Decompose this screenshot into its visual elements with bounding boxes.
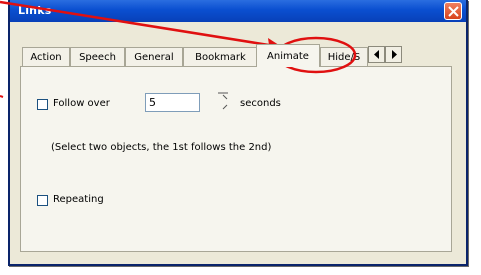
tab-bookmark[interactable]: Bookmark <box>183 47 258 66</box>
annotation-stub <box>0 95 4 98</box>
tab-general[interactable]: General <box>125 47 183 66</box>
follow-over-label: Follow over <box>53 98 110 109</box>
seconds-label: seconds <box>240 98 281 109</box>
tab-animate[interactable]: Animate <box>256 44 320 67</box>
tab-action[interactable]: Action <box>22 47 70 66</box>
scroll-left-icon <box>374 50 379 59</box>
tab-speech[interactable]: Speech <box>70 47 125 66</box>
close-button[interactable] <box>444 2 462 20</box>
tab-strip: Action Speech General Bookmark Animate H… <box>20 44 452 67</box>
close-icon <box>448 6 459 17</box>
animate-panel: Follow over 5 seconds (Select two object… <box>20 66 452 252</box>
seconds-spinner[interactable] <box>216 91 230 113</box>
tab-scroll-left-button[interactable] <box>368 46 385 63</box>
repeating-checkbox[interactable] <box>37 195 48 206</box>
follow-over-seconds-input[interactable]: 5 <box>145 93 200 112</box>
repeating-label: Repeating <box>53 194 104 205</box>
follow-over-checkbox[interactable] <box>37 99 48 110</box>
window-title: Links <box>18 4 52 17</box>
instruction-text: (Select two objects, the 1st follows the… <box>51 142 272 153</box>
tab-scroll-right-button[interactable] <box>385 46 402 63</box>
scroll-right-icon <box>392 50 397 59</box>
title-bar: Links <box>10 0 466 22</box>
tab-hide-show[interactable]: Hide/S <box>320 47 368 66</box>
